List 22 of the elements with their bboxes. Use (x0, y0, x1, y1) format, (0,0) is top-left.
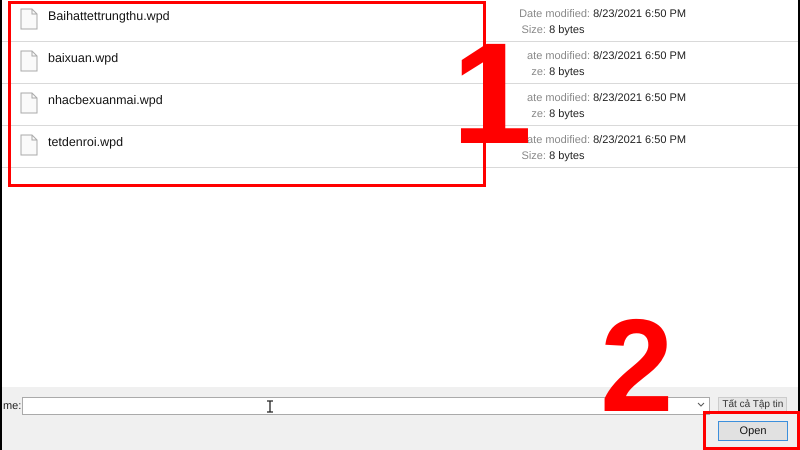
step-number: 2 (600, 318, 674, 414)
open-button[interactable]: Open (718, 421, 788, 441)
date-modified: ate modified: 8/23/2021 6:50 PM (527, 50, 686, 62)
file-icon (20, 50, 38, 72)
date-modified: ate modified: 8/23/2021 6:50 PM (527, 92, 686, 104)
date-modified: ate modified: 8/23/2021 6:50 PM (527, 134, 686, 146)
file-name[interactable]: baixuan.wpd (48, 51, 118, 66)
file-size: Size: 8 bytes (520, 24, 586, 36)
file-size: ze: 8 bytes (530, 66, 586, 78)
file-size: ze: 8 bytes (530, 108, 586, 120)
file-icon (20, 8, 38, 30)
file-name-label: me: (2, 400, 22, 412)
file-type-dropdown[interactable]: Tất cả Tập tin (718, 397, 788, 412)
file-name[interactable]: Baihattettrungthu.wpd (48, 9, 170, 24)
file-icon (20, 92, 38, 114)
date-modified: Date modified: 8/23/2021 6:50 PM (518, 8, 686, 20)
file-name[interactable]: tetdenroi.wpd (48, 135, 124, 150)
chevron-down-icon[interactable] (697, 402, 706, 408)
file-size: Size: 8 bytes (520, 150, 586, 162)
file-icon (20, 134, 38, 156)
text-cursor-icon (266, 400, 274, 413)
file-name[interactable]: nhacbexuanmai.wpd (48, 93, 163, 108)
